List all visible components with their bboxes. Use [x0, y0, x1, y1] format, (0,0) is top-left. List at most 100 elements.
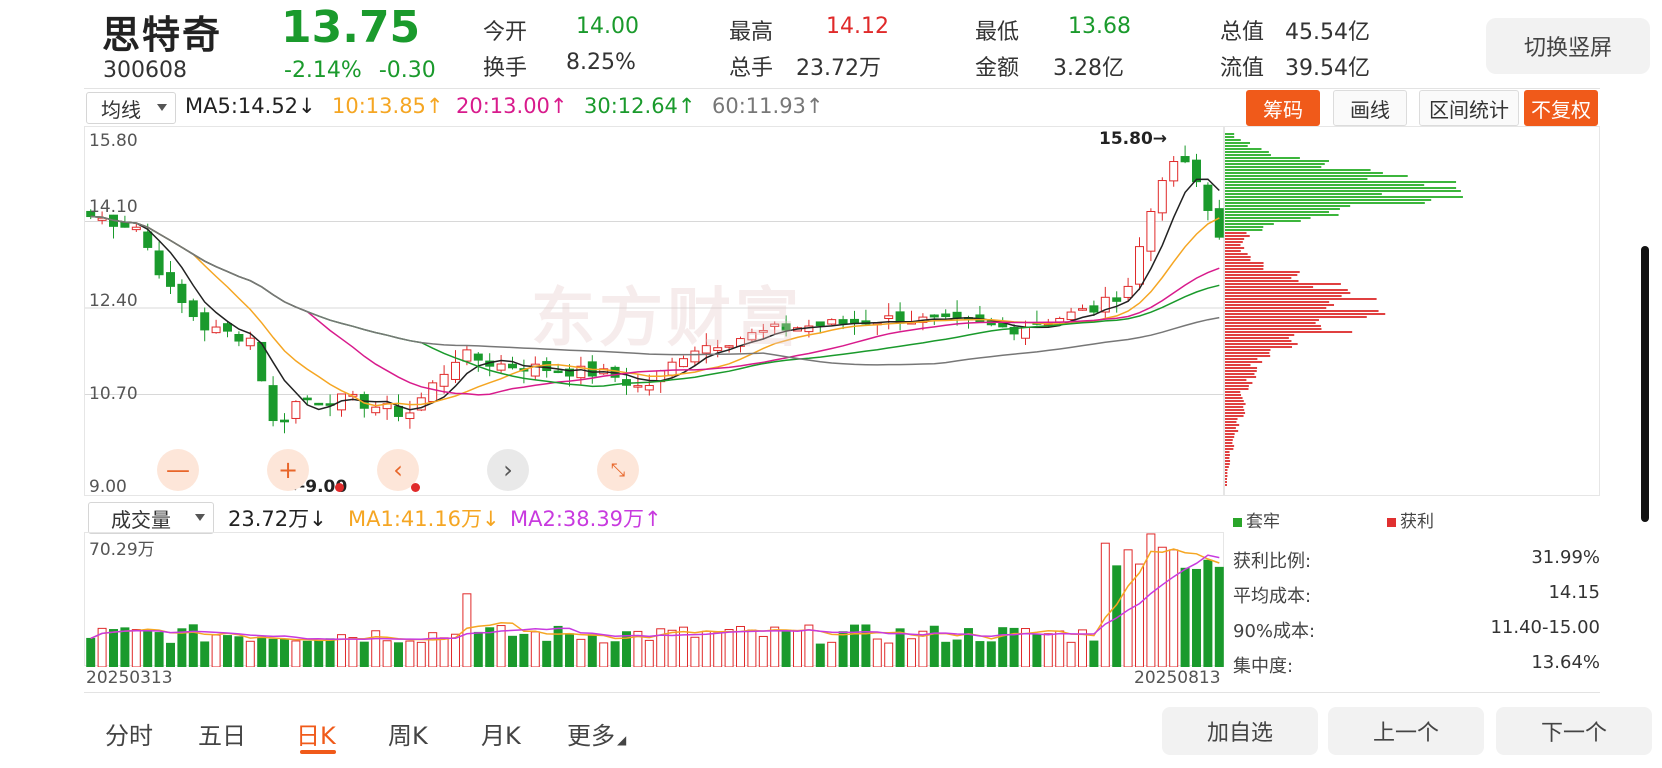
- zoom-out-button[interactable]: —: [157, 449, 199, 491]
- volume-bar: [325, 638, 335, 667]
- volume-bar: [827, 641, 837, 667]
- next-stock-button[interactable]: 下一个: [1496, 707, 1652, 755]
- volume-ma2: MA2:38.39万↑: [510, 507, 662, 531]
- chip-bar: [1225, 385, 1249, 387]
- volume-bar: [884, 642, 894, 667]
- stat-value-total-volume: 23.72万: [796, 56, 881, 81]
- candle-body: [143, 231, 153, 248]
- compress-icon: ⤡: [610, 459, 626, 481]
- volume-bar: [542, 640, 552, 667]
- chip-bar: [1225, 244, 1241, 246]
- chip-bar: [1225, 310, 1379, 312]
- tab-intraday[interactable]: 分时: [105, 716, 153, 751]
- ma-type-label: 均线: [101, 97, 141, 122]
- chip-bar: [1225, 259, 1251, 261]
- volume-bar: [1055, 630, 1065, 667]
- chips-button[interactable]: 筹码: [1246, 90, 1320, 126]
- volume-bar: [1089, 640, 1099, 667]
- chip-bar: [1225, 376, 1257, 378]
- stat-value-amount: 3.28亿: [1053, 56, 1124, 81]
- chip-bar: [1225, 241, 1243, 243]
- volume-bar: [713, 632, 723, 667]
- draw-line-button[interactable]: 画线: [1333, 90, 1407, 126]
- candle-body: [1135, 246, 1144, 285]
- chip-bar: [1225, 340, 1292, 342]
- chip-bar: [1225, 148, 1262, 150]
- volume-bar: [394, 642, 403, 667]
- volume-bar: [439, 637, 449, 667]
- volume-bar: [565, 633, 574, 667]
- chip-bar: [1225, 145, 1248, 147]
- chip-bar: [1225, 166, 1322, 168]
- add-watchlist-button[interactable]: 加自选: [1162, 707, 1318, 755]
- tab-weekly-k[interactable]: 周K: [388, 716, 428, 751]
- candle-body: [200, 312, 210, 331]
- chip-bar: [1225, 211, 1330, 213]
- candle-body: [188, 300, 198, 318]
- scrollbar[interactable]: [1641, 246, 1649, 522]
- chip-bar: [1225, 475, 1228, 477]
- stat-value-turnover: 8.25%: [566, 50, 636, 75]
- reset-zoom-button[interactable]: ⤡: [597, 449, 639, 491]
- chip-bar: [1225, 469, 1228, 471]
- volume-bar: [1192, 568, 1201, 667]
- volume-bar: [1043, 633, 1053, 667]
- candle-body: [1021, 326, 1030, 339]
- ma-type-select[interactable]: 均线: [86, 92, 176, 124]
- chevron-down-icon: [157, 104, 167, 111]
- chip-bar: [1225, 220, 1301, 222]
- change-amount: -0.30: [378, 58, 436, 83]
- chip-bar: [1225, 232, 1247, 234]
- scroll-right-button[interactable]: ›: [487, 449, 529, 491]
- zoom-in-button[interactable]: +: [267, 449, 309, 491]
- candle-body: [451, 361, 460, 380]
- volume-bar: [177, 628, 187, 667]
- chip-bar: [1225, 406, 1244, 408]
- volume-bar: [405, 640, 415, 667]
- stat-label-low: 最低: [975, 20, 1020, 45]
- candle-body: [314, 402, 324, 406]
- indicator-select[interactable]: 成交量: [88, 502, 214, 534]
- volume-chart[interactable]: 70.29万: [84, 532, 1224, 667]
- tab-more[interactable]: 更多 ◢: [567, 716, 626, 751]
- dot-marker: [411, 483, 420, 492]
- candle-body: [177, 283, 187, 304]
- no-adjust-button[interactable]: 不复权: [1524, 90, 1598, 126]
- stat-label-total-volume: 总手: [729, 56, 774, 81]
- stat-value-open: 14.00: [576, 14, 639, 39]
- chip-bar: [1225, 325, 1321, 327]
- chip-bar: [1225, 346, 1293, 348]
- candle-body: [439, 373, 449, 387]
- current-price: 13.75: [281, 2, 421, 53]
- tab-daily-k[interactable]: 日K: [296, 716, 336, 751]
- chip-bar: [1225, 397, 1243, 399]
- volume-bar: [1180, 567, 1190, 667]
- volume-bar: [998, 627, 1008, 667]
- chip-bar: [1225, 256, 1251, 258]
- tab-five-day[interactable]: 五日: [198, 716, 246, 751]
- chip-bar: [1225, 160, 1329, 162]
- volume-bar: [815, 643, 825, 667]
- candle-body: [553, 370, 563, 374]
- interval-stats-button[interactable]: 区间统计: [1419, 90, 1519, 126]
- previous-stock-button[interactable]: 上一个: [1328, 707, 1484, 755]
- ma5-value: MA5:14.52↓: [185, 94, 316, 118]
- chip-bar: [1225, 154, 1271, 156]
- candle-body: [850, 318, 859, 324]
- chip-bar: [1225, 238, 1245, 240]
- candle-body: [280, 419, 289, 423]
- switch-portrait-button[interactable]: 切换竖屏: [1486, 18, 1650, 74]
- y-label-4: 10.70: [89, 384, 138, 404]
- volume-bar: [154, 632, 164, 667]
- chip-bar: [1225, 379, 1247, 381]
- kline-chart[interactable]: 东方财富 15.80 14.10 12.40 10.70 9.00 15.80→…: [84, 126, 1225, 497]
- candle-body: [644, 385, 654, 391]
- chip-bar: [1225, 169, 1371, 171]
- volume-bar: [1066, 641, 1076, 667]
- chip-bar: [1225, 139, 1241, 141]
- chip-bar: [1225, 451, 1230, 453]
- tab-monthly-k[interactable]: 月K: [481, 716, 521, 751]
- chip-bar: [1225, 370, 1257, 372]
- candle-body: [1089, 305, 1099, 313]
- stat-value-low: 13.68: [1068, 14, 1131, 39]
